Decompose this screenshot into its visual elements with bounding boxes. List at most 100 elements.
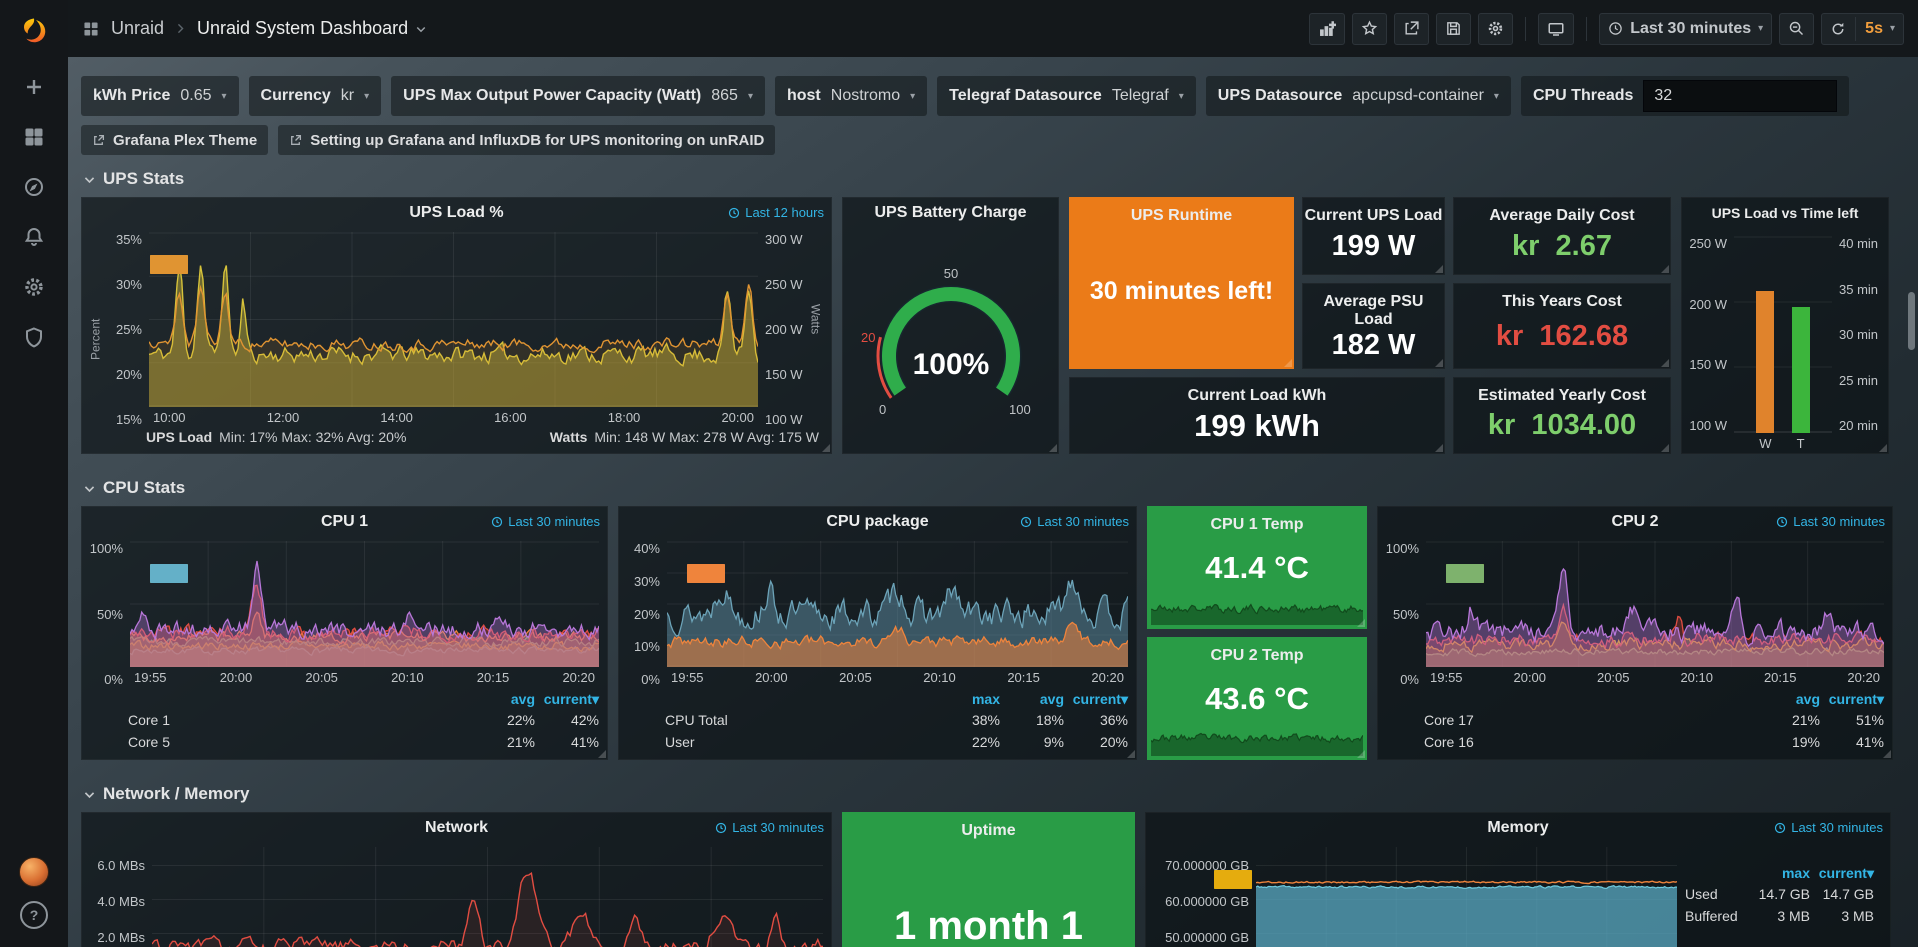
refresh-picker[interactable]: 5s ▾ bbox=[1821, 13, 1904, 45]
alerting-bell-icon[interactable] bbox=[0, 212, 68, 262]
variable-kwh-price[interactable]: kWh Price0.65▾ bbox=[81, 76, 239, 116]
cpu1-chart[interactable] bbox=[130, 541, 599, 667]
ups-load-chart[interactable] bbox=[149, 232, 758, 407]
variable-host[interactable]: hostNostromo▾ bbox=[775, 76, 927, 116]
section-header-network-memory[interactable]: Network / Memory bbox=[83, 784, 1893, 804]
cpu-temp-column: CPU 1 Temp 41.4 °C CPU 2 Temp 43.6 °C bbox=[1147, 506, 1367, 760]
panel-header[interactable]: UPS Battery Charge bbox=[843, 198, 1058, 228]
legend-series[interactable]: User bbox=[665, 734, 936, 750]
legend-series[interactable]: Core 17 bbox=[1424, 712, 1756, 728]
axis-tick: 200 W bbox=[1689, 297, 1727, 312]
panel-cpu-2-temp[interactable]: CPU 2 Temp 43.6 °C bbox=[1147, 637, 1367, 760]
variable-currency[interactable]: Currencykr▾ bbox=[249, 76, 382, 116]
variable-value[interactable]: kr bbox=[341, 87, 354, 105]
legend-series-watts[interactable]: WattsMin: 148 W Max: 278 W Avg: 175 W bbox=[550, 429, 819, 445]
panel-header[interactable]: Network Last 30 minutes bbox=[82, 813, 831, 843]
legend-series[interactable]: Core 16 bbox=[1424, 734, 1756, 750]
variable-input[interactable] bbox=[1643, 80, 1837, 112]
axis-tick: 25 min bbox=[1839, 373, 1878, 388]
axis-tick: 30% bbox=[634, 574, 660, 589]
legend-series[interactable]: Buffered bbox=[1685, 908, 1746, 924]
panel-time-override[interactable]: Last 30 minutes bbox=[1776, 514, 1885, 529]
panel-header[interactable]: UPS Load vs Time left bbox=[1682, 198, 1888, 228]
clock-icon bbox=[491, 516, 503, 528]
panel-average-psu-load[interactable]: Average PSU Load182 W bbox=[1302, 283, 1445, 369]
section-header-ups-stats[interactable]: UPS Stats bbox=[83, 169, 1893, 189]
stat-value: kr 1034.00 bbox=[1454, 405, 1670, 454]
breadcrumb-app[interactable]: Unraid bbox=[111, 18, 164, 39]
bar-T[interactable] bbox=[1792, 307, 1810, 433]
panel-uptime[interactable]: Uptime 1 month 1 bbox=[842, 812, 1135, 947]
explore-compass-icon[interactable] bbox=[0, 162, 68, 212]
panel-current-ups-load[interactable]: Current UPS Load199 W bbox=[1302, 197, 1445, 275]
zoom-out-button[interactable] bbox=[1779, 13, 1814, 45]
legend-series[interactable]: Core 5 bbox=[128, 734, 471, 750]
variable-value[interactable]: Nostromo bbox=[831, 87, 900, 105]
panel-current-load-kwh[interactable]: Current Load kWh199 kWh bbox=[1069, 377, 1445, 455]
legend-value: 22% bbox=[936, 734, 1000, 750]
dashboard-link[interactable]: Setting up Grafana and InfluxDB for UPS … bbox=[278, 125, 775, 155]
legend-series-ups-load[interactable]: UPS LoadMin: 17% Max: 32% Avg: 20% bbox=[146, 429, 406, 445]
help-icon[interactable]: ? bbox=[20, 901, 48, 929]
user-avatar[interactable] bbox=[19, 857, 49, 887]
variable-ups-datasource[interactable]: UPS Datasourceapcupsd-container▾ bbox=[1206, 76, 1511, 116]
grafana-logo-icon[interactable] bbox=[0, 0, 68, 62]
panel-ups-runtime[interactable]: UPS Runtime30 minutes left! bbox=[1069, 197, 1294, 369]
bar-chart[interactable] bbox=[1734, 236, 1832, 433]
dashboards-icon[interactable] bbox=[0, 112, 68, 162]
panel-header[interactable]: Memory Last 30 minutes bbox=[1146, 813, 1890, 843]
dashboard-settings-button[interactable] bbox=[1478, 13, 1513, 45]
panel-title: CPU 1 bbox=[321, 513, 368, 531]
variable-value[interactable]: apcupsd-container bbox=[1352, 87, 1484, 105]
panel-this-years-cost[interactable]: This Years Costkr 162.68 bbox=[1453, 283, 1671, 369]
network-chart[interactable] bbox=[152, 847, 823, 947]
panel-header[interactable]: CPU package Last 30 minutes bbox=[619, 507, 1136, 537]
sidebar: ? bbox=[0, 0, 68, 947]
legend-series[interactable]: Core 1 bbox=[128, 712, 471, 728]
panel-time-override[interactable]: Last 30 minutes bbox=[1774, 820, 1883, 835]
variable-value[interactable]: 0.65 bbox=[180, 87, 211, 105]
panel-time-override[interactable]: Last 30 minutes bbox=[1020, 514, 1129, 529]
axis-tick: 20:20 bbox=[1847, 670, 1880, 685]
dashboard-link[interactable]: Grafana Plex Theme bbox=[81, 125, 268, 155]
share-button[interactable] bbox=[1394, 13, 1429, 45]
panel-estimated-yearly-cost[interactable]: Estimated Yearly Costkr 1034.00 bbox=[1453, 377, 1671, 455]
legend-row: CPU Total38%18%36% bbox=[665, 709, 1128, 731]
variable-label: CPU Threads bbox=[1533, 87, 1633, 105]
panel-time-override[interactable]: Last 30 minutes bbox=[715, 820, 824, 835]
panel-time-override[interactable]: Last 12 hours bbox=[728, 205, 824, 220]
panel-average-daily-cost[interactable]: Average Daily Costkr 2.67 bbox=[1453, 197, 1671, 275]
bar-W[interactable] bbox=[1756, 291, 1774, 433]
memory-chart[interactable] bbox=[1256, 847, 1677, 947]
panel-time-override[interactable]: Last 30 minutes bbox=[491, 514, 600, 529]
dashboard-title-dropdown[interactable]: Unraid System Dashboard bbox=[197, 18, 427, 39]
server-admin-shield-icon[interactable] bbox=[0, 312, 68, 362]
section-header-cpu-stats[interactable]: CPU Stats bbox=[83, 478, 1893, 498]
panel-header[interactable]: CPU 1 Last 30 minutes bbox=[82, 507, 607, 537]
panel-cpu-1-temp[interactable]: CPU 1 Temp 41.4 °C bbox=[1147, 506, 1367, 629]
star-button[interactable] bbox=[1352, 13, 1387, 45]
variable-telegraf-datasource[interactable]: Telegraf DatasourceTelegraf▾ bbox=[937, 76, 1196, 116]
variable-cpu-threads[interactable]: CPU Threads bbox=[1521, 76, 1849, 116]
legend-value: 18% bbox=[1000, 712, 1064, 728]
cpu-package-chart[interactable] bbox=[667, 541, 1128, 667]
legend-series[interactable]: Used bbox=[1685, 886, 1746, 902]
tv-kiosk-button[interactable] bbox=[1538, 13, 1574, 45]
cpu2-chart[interactable] bbox=[1426, 541, 1884, 667]
stat-value: 30 minutes left! bbox=[1070, 225, 1293, 368]
page-scrollbar[interactable] bbox=[1908, 292, 1915, 350]
x-axis: 19:5520:0020:0520:1020:1520:20 bbox=[1426, 667, 1884, 687]
panel-title: Memory bbox=[1487, 819, 1548, 837]
panel-header[interactable]: CPU 2 Last 30 minutes bbox=[1378, 507, 1892, 537]
create-plus-icon[interactable] bbox=[0, 62, 68, 112]
panel-header[interactable]: UPS Load % Last 12 hours bbox=[82, 198, 831, 228]
legend-series[interactable]: CPU Total bbox=[665, 712, 936, 728]
variable-value[interactable]: 865 bbox=[711, 87, 738, 105]
configuration-gear-icon[interactable] bbox=[0, 262, 68, 312]
add-panel-button[interactable] bbox=[1309, 13, 1345, 45]
variable-ups-max-output-power-capacity-watt-[interactable]: UPS Max Output Power Capacity (Watt)865▾ bbox=[391, 76, 765, 116]
variable-value[interactable]: Telegraf bbox=[1112, 87, 1169, 105]
time-range-picker[interactable]: Last 30 minutes ▾ bbox=[1599, 13, 1772, 45]
axis-tick: 19:55 bbox=[134, 670, 167, 685]
save-button[interactable] bbox=[1436, 13, 1471, 45]
